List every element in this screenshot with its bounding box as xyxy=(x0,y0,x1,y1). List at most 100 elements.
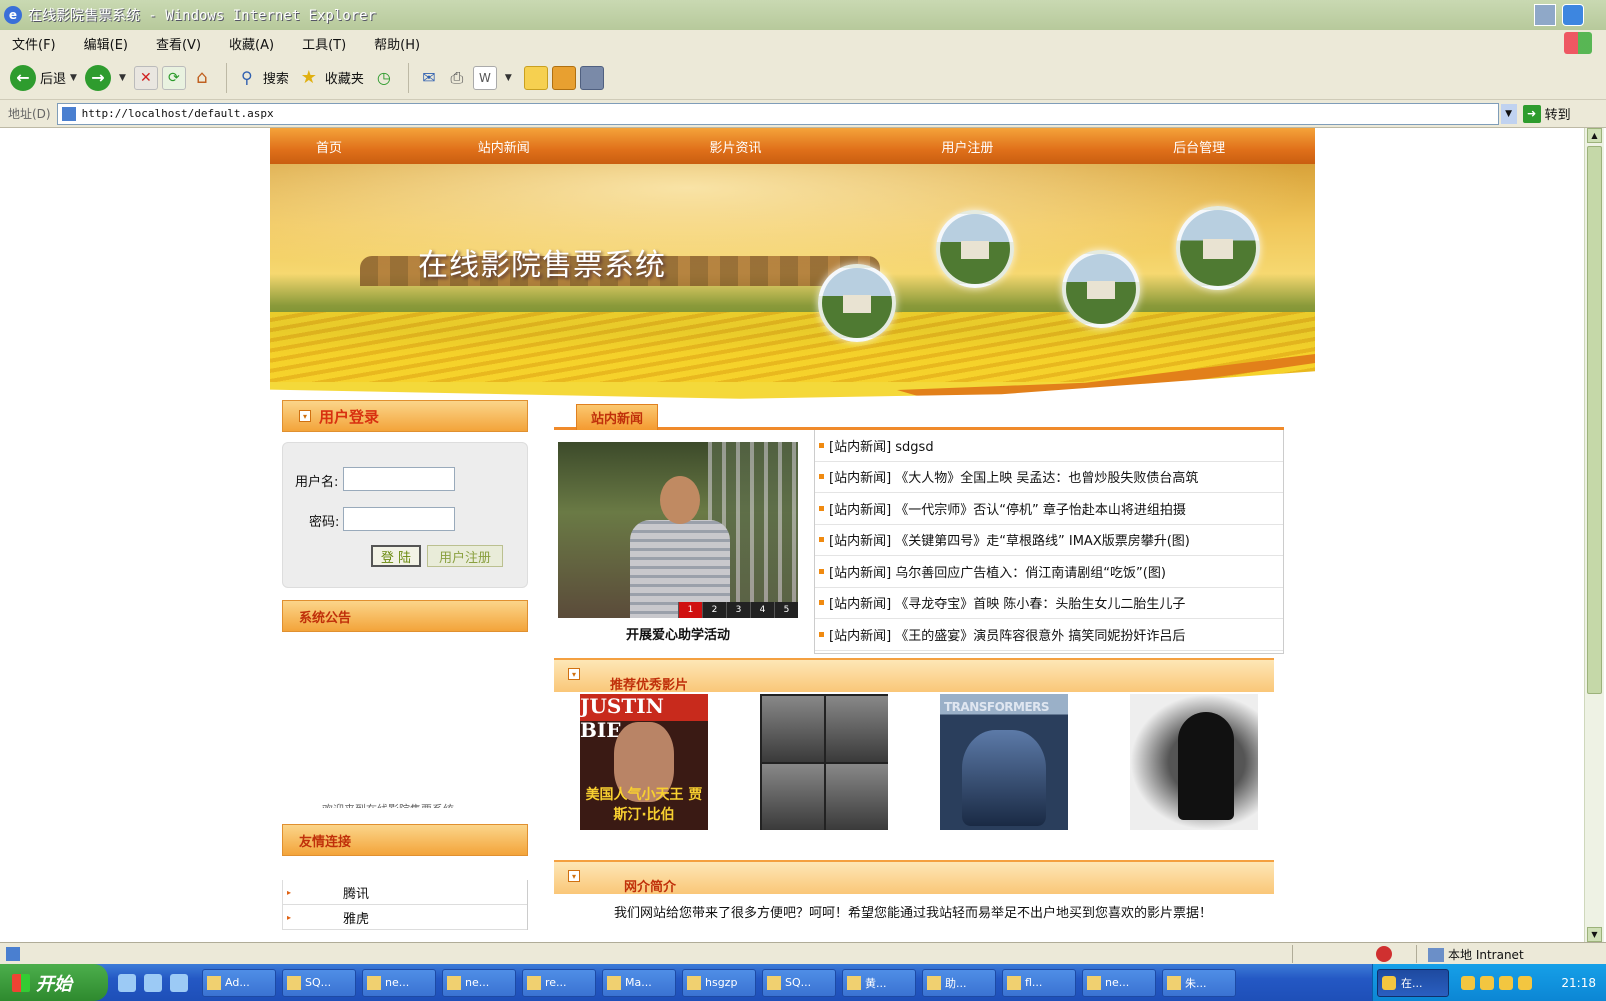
news-slideshow[interactable]: 1 2 3 4 5 xyxy=(558,442,798,618)
taskbar-item[interactable]: ne... xyxy=(1082,968,1156,997)
edit-icon[interactable]: W xyxy=(472,65,497,90)
slide-page-5[interactable]: 5 xyxy=(774,602,798,618)
movie-poster[interactable] xyxy=(1130,694,1258,830)
scroll-up-icon[interactable]: ▲ xyxy=(1587,128,1602,143)
slide-page-3[interactable]: 3 xyxy=(726,602,750,618)
address-bar: 地址(D) http://localhost/default.aspx ▼ ➜ … xyxy=(0,100,1606,128)
tab-news[interactable]: 站内新闻 xyxy=(576,404,658,430)
stop-icon[interactable]: ✕ xyxy=(133,65,158,90)
vertical-scrollbar[interactable]: ▲ ▼ xyxy=(1584,128,1604,942)
news-item[interactable]: [站内新闻] 《寻龙夺宝》首映 陈小春：头胎生女儿二胎生儿子 xyxy=(815,588,1283,619)
recommend-title: 推荐优秀影片 xyxy=(610,678,689,693)
minimize-button[interactable] xyxy=(1534,4,1556,26)
nav-register[interactable]: 用户注册 xyxy=(851,137,1083,156)
back-arrow-icon: ← xyxy=(10,64,36,91)
go-button[interactable]: ➜ 转到 xyxy=(1522,104,1571,123)
task-label: Ma... xyxy=(625,976,652,989)
forward-dropdown-icon[interactable]: ▼ xyxy=(119,73,126,83)
scroll-thumb[interactable] xyxy=(1587,146,1602,694)
home-icon[interactable]: ⌂ xyxy=(190,66,214,90)
slide-page-2[interactable]: 2 xyxy=(702,602,726,618)
menu-tools[interactable]: 工具(T) xyxy=(302,34,346,53)
news-item[interactable]: [站内新闻] 《大人物》全国上映 吴孟达：也曾炒股失败债台高筑 xyxy=(815,462,1283,493)
ie-quicklaunch-icon[interactable] xyxy=(118,973,136,992)
popup-blocker-icon[interactable] xyxy=(1376,946,1392,962)
recommend-header: ▾ 推荐优秀影片 xyxy=(554,658,1274,693)
movie-poster[interactable]: JUSTIN BIE 美国人气小天王 贾斯汀·比伯 xyxy=(580,694,708,830)
address-input[interactable]: http://localhost/default.aspx xyxy=(56,102,1499,125)
security-zone[interactable]: 本地 Intranet xyxy=(1428,946,1524,963)
menu-file[interactable]: 文件(F) xyxy=(12,34,56,53)
nav-news[interactable]: 站内新闻 xyxy=(388,137,620,156)
edit-dropdown-icon[interactable]: ▼ xyxy=(505,73,512,83)
history-icon[interactable]: ◷ xyxy=(372,66,396,90)
news-item[interactable]: [站内新闻] 乌尔善回应广告植入：俏江南请剧组“吃饭”(图) xyxy=(815,556,1283,588)
password-input[interactable] xyxy=(343,507,455,531)
menu-edit[interactable]: 编辑(E) xyxy=(84,34,128,53)
start-button[interactable]: 开始 xyxy=(0,964,108,1001)
forward-button[interactable]: → ▼ xyxy=(84,64,126,91)
menu-help[interactable]: 帮助(H) xyxy=(374,34,420,53)
research-icon[interactable] xyxy=(551,65,576,90)
bullet-icon xyxy=(819,537,824,543)
taskbar-item[interactable]: SQ... xyxy=(282,968,356,997)
address-dropdown-icon[interactable]: ▼ xyxy=(1500,103,1517,124)
back-dropdown-icon[interactable]: ▼ xyxy=(70,73,77,83)
print-icon[interactable]: ⎙ xyxy=(445,66,469,90)
news-item[interactable]: [站内新闻] 《关键第四号》走“草根路线” IMAX版票房攀升(图) xyxy=(815,525,1283,556)
nav-home[interactable]: 首页 xyxy=(270,137,388,156)
links-title: 友情连接 xyxy=(299,834,352,850)
taskbar-item[interactable]: hsgzp xyxy=(682,968,756,997)
note-icon[interactable] xyxy=(523,65,548,90)
bullet-icon xyxy=(819,442,824,448)
login-button[interactable]: 登 陆 xyxy=(371,545,421,567)
tray-icon[interactable] xyxy=(1499,975,1513,990)
desktop-quicklaunch-icon[interactable] xyxy=(144,973,162,992)
page-status-icon xyxy=(6,946,20,961)
zone-label: 本地 Intranet xyxy=(1448,948,1524,962)
taskbar-item[interactable]: 黄... xyxy=(842,968,916,997)
messenger-icon[interactable] xyxy=(579,65,604,90)
movie-poster[interactable]: TRANSFORMERS xyxy=(940,694,1068,830)
tray-icon[interactable] xyxy=(1518,975,1532,990)
windows-flag-icon xyxy=(12,973,30,992)
nav-admin[interactable]: 后台管理 xyxy=(1083,137,1315,156)
register-button[interactable]: 用户注册 xyxy=(427,545,503,567)
slide-caption[interactable]: 开展爱心助学活动 xyxy=(558,624,798,643)
taskbar-item[interactable]: Ad... xyxy=(202,968,276,997)
clock[interactable]: 21:18 xyxy=(1561,976,1596,990)
taskbar-item[interactable]: 朱... xyxy=(1162,968,1236,997)
slide-page-4[interactable]: 4 xyxy=(750,602,774,618)
taskbar-item[interactable]: fl... xyxy=(1002,968,1076,997)
search-button[interactable]: ⚲ 搜索 xyxy=(235,66,289,90)
scroll-down-icon[interactable]: ▼ xyxy=(1587,927,1602,942)
link-item[interactable]: ▸ 雅虎 xyxy=(283,905,527,930)
taskbar-item[interactable]: Ma... xyxy=(602,968,676,997)
news-item[interactable]: [站内新闻] 《王的盛宴》演员阵容很意外 搞笑同妮扮奸诈吕后 xyxy=(815,619,1283,651)
toolbar-divider xyxy=(225,62,227,93)
tray-icon[interactable] xyxy=(1461,975,1475,990)
movie-poster[interactable] xyxy=(760,694,888,830)
status-bar: 本地 Intranet xyxy=(0,942,1606,964)
slide-page-1[interactable]: 1 xyxy=(678,602,702,618)
taskbar-item[interactable]: SQ... xyxy=(762,968,836,997)
nav-movies[interactable]: 影片资讯 xyxy=(620,137,852,156)
favorites-button[interactable]: ★ 收藏夹 xyxy=(297,66,364,90)
mail-icon[interactable]: ✉ xyxy=(417,66,441,90)
taskbar-item-active[interactable]: 在... xyxy=(1377,968,1449,997)
link-item[interactable]: ▸ 腾讯 xyxy=(283,880,527,905)
refresh-icon[interactable]: ⟳ xyxy=(161,65,186,90)
cloud-icon[interactable] xyxy=(1562,4,1584,26)
username-input[interactable] xyxy=(343,467,455,491)
news-item[interactable]: [站内新闻] 《一代宗师》否认“停机” 章子怡赴本山将进组拍摄 xyxy=(815,493,1283,525)
menu-view[interactable]: 查看(V) xyxy=(156,34,201,53)
taskbar-item[interactable]: re... xyxy=(522,968,596,997)
media-quicklaunch-icon[interactable] xyxy=(170,973,188,992)
taskbar-item[interactable]: 助... xyxy=(922,968,996,997)
tray-icon[interactable] xyxy=(1480,975,1494,990)
taskbar-item[interactable]: ne... xyxy=(442,968,516,997)
taskbar-item[interactable]: ne... xyxy=(362,968,436,997)
back-button[interactable]: ← 后退 ▼ xyxy=(10,64,77,91)
menu-favorites[interactable]: 收藏(A) xyxy=(229,34,274,53)
news-item[interactable]: [站内新闻] sdgsd xyxy=(815,430,1283,462)
